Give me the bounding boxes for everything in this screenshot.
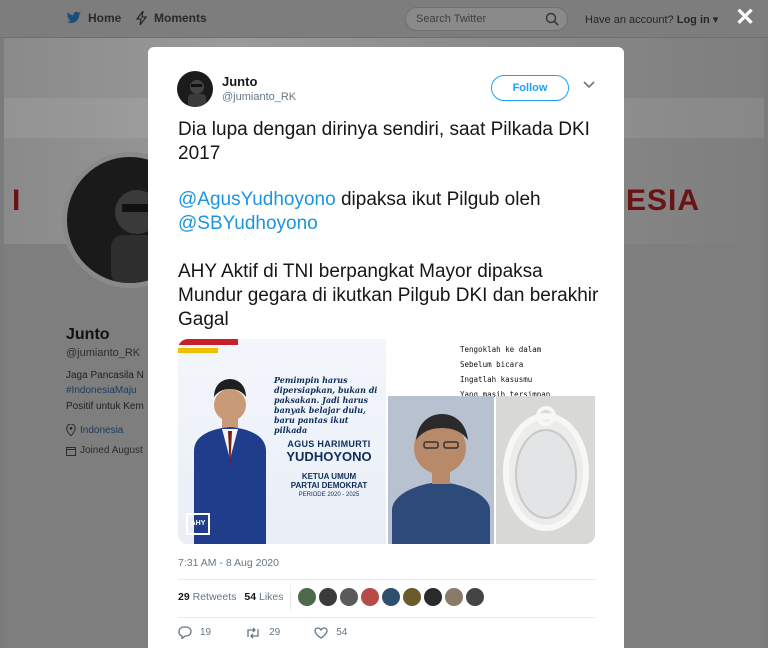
poster-quote: Pemimpin harus dipersiapkan, bukan di pa…	[274, 375, 378, 435]
liker-avatar[interactable]	[340, 588, 358, 606]
nav-home-label: Home	[88, 11, 122, 25]
author-handle[interactable]: @jumianto_RK	[222, 91, 296, 103]
poster-period: PERIODE 2020 - 2025	[298, 492, 360, 498]
divider	[178, 617, 595, 618]
likes-stat[interactable]: 54 Likes	[244, 591, 283, 603]
mention-link[interactable]: @AgusYudhoyono	[178, 189, 336, 210]
banner-text-right: ESIA	[626, 184, 701, 217]
retweets-label: Retweets	[192, 591, 237, 603]
tweet-stats: 29 Retweets 54 Likes	[178, 591, 284, 603]
liker-avatars	[298, 588, 484, 606]
reply-count: 19	[200, 627, 212, 638]
search-placeholder: Search Twitter	[416, 13, 487, 25]
follow-button[interactable]: Follow	[491, 75, 569, 101]
like-count: 54	[336, 627, 348, 638]
banner-text-left: I	[12, 184, 21, 217]
tweet-text-fragment: dipaksa ikut Pilgub oleh	[335, 189, 541, 210]
profile-joined-text: Joined August	[80, 445, 143, 456]
bird-icon	[66, 11, 81, 24]
search-input[interactable]: Search Twitter	[405, 7, 568, 31]
tweet-text: Dia lupa dengan dirinya sendiri, saat Pi…	[178, 119, 590, 164]
author-avatar-image	[188, 80, 206, 107]
liker-avatar[interactable]	[361, 588, 379, 606]
poster-first-name: AGUS HARIMURTI	[287, 439, 371, 449]
retweet-count: 29	[269, 627, 281, 638]
elder-portrait-photo	[388, 396, 494, 544]
retweets-count: 29	[178, 591, 190, 603]
account-prompt: Have an account? Log in ▾	[585, 13, 718, 26]
tweet-text: @AgusYudhoyono dipaksa ikut Pilgub oleh …	[178, 188, 608, 236]
retweets-stat[interactable]: 29 Retweets	[178, 591, 236, 603]
like-button[interactable]: 54	[314, 626, 347, 639]
location-pin-icon	[66, 424, 76, 436]
tweet-text: AHY Aktif di TNI berpangkat Mayor dipaks…	[178, 261, 599, 330]
chevron-down-icon: ▾	[712, 14, 719, 26]
search-icon[interactable]	[545, 12, 559, 26]
author-avatar[interactable]	[177, 71, 213, 107]
decorative-stripe	[178, 339, 238, 345]
profile-location-text[interactable]: Indonesia	[80, 425, 123, 436]
reply-icon	[178, 626, 192, 639]
liker-avatar[interactable]	[319, 588, 337, 606]
nav-home[interactable]: Home	[66, 11, 121, 25]
poster-name-plate: AGUS HARIMURTI YUDHOYONO KETUA UMUM PART…	[274, 439, 384, 513]
media-image-left[interactable]: Pemimpin harus dipersiapkan, bukan di pa…	[178, 339, 386, 544]
profile-bio-line: Jaga Pancasila N	[66, 370, 144, 381]
tweet-actions: 19 29 54	[178, 626, 347, 639]
heart-icon	[314, 626, 328, 639]
ahy-logo: AHY	[186, 513, 210, 535]
tweet-timestamp[interactable]: 7:31 AM - 8 Aug 2020	[178, 557, 279, 569]
profile-handle: @jumianto_RK	[66, 347, 141, 359]
calendar-icon	[66, 446, 76, 456]
top-navigation: Home Moments Search Twitter Have an acco…	[0, 0, 768, 38]
retweet-button[interactable]: 29	[245, 626, 280, 639]
bolt-icon	[136, 11, 148, 25]
account-prompt-text: Have an account?	[585, 14, 674, 26]
mention-link[interactable]: @SBYudhoyono	[178, 213, 318, 234]
profile-name: Junto	[66, 326, 110, 343]
poster-last-name: YUDHOYONO	[286, 449, 372, 464]
liker-avatar[interactable]	[403, 588, 421, 606]
divider	[290, 585, 291, 611]
liker-avatar[interactable]	[466, 588, 484, 606]
retweet-icon	[247, 627, 259, 638]
likes-label: Likes	[259, 591, 284, 603]
profile-bio-line: Positif untuk Kem	[66, 401, 144, 412]
likes-count: 54	[244, 591, 257, 603]
liker-avatar[interactable]	[424, 588, 442, 606]
divider	[178, 579, 595, 580]
media-image-right[interactable]: Tengoklah ke dalam Sebelum bicara Ingatl…	[388, 339, 595, 544]
mirror-photo	[496, 396, 595, 544]
close-icon[interactable]: ✕	[735, 6, 755, 30]
profile-hashtag[interactable]: #IndonesiaMaju	[66, 385, 137, 396]
nav-moments[interactable]: Moments	[136, 11, 207, 25]
poem-text: Tengoklah ke dalam Sebelum bicara Ingatl…	[460, 345, 551, 399]
nav-moments-label: Moments	[154, 11, 207, 25]
profile-location: Indonesia	[66, 424, 123, 436]
profile-joined: Joined August	[66, 445, 143, 456]
liker-avatar[interactable]	[382, 588, 400, 606]
tweet-media[interactable]: Pemimpin harus dipersiapkan, bukan di pa…	[178, 339, 595, 544]
author-name[interactable]: Junto	[222, 74, 257, 89]
liker-avatar[interactable]	[298, 588, 316, 606]
decorative-stripe	[178, 348, 218, 353]
poster-role: KETUA UMUM	[301, 472, 357, 481]
reply-button[interactable]: 19	[178, 626, 211, 639]
chevron-down-icon[interactable]	[583, 81, 595, 89]
login-link[interactable]: Log in	[677, 14, 710, 26]
liker-avatar[interactable]	[445, 588, 463, 606]
tweet-modal: Junto @jumianto_RK Follow Dia lupa denga…	[148, 47, 624, 648]
poster-party: PARTAI DEMOKRAT	[290, 481, 368, 490]
